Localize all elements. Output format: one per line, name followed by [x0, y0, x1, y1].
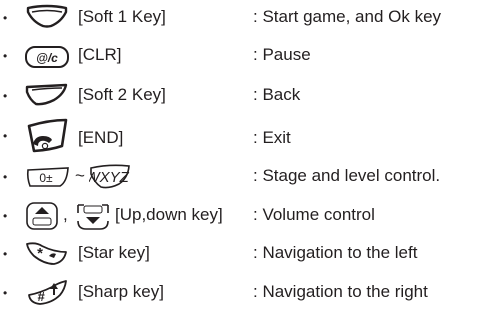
list-item: • , [Up,down key] : Volume control: [0, 199, 487, 233]
bullet: •: [3, 11, 8, 25]
star-key-icon: *: [24, 238, 70, 268]
row-description: : Navigation to the left: [253, 243, 418, 262]
bullet: •: [3, 247, 8, 261]
bullet: •: [3, 129, 8, 143]
key-functions-list: • [Soft 1 Key] : Start game, and Ok key …: [0, 0, 487, 316]
down-key-icon: [76, 201, 110, 231]
row-label: [END]: [78, 128, 124, 147]
number-key-9-digit: 9WXYZ: [89, 169, 130, 186]
row-description: : Back: [253, 85, 301, 104]
bullet: •: [3, 209, 8, 223]
clr-key-glyph: @/c: [36, 51, 58, 65]
list-item: • * [Star key] : Navigation to the left: [0, 237, 487, 271]
soft-2-key-icon: [24, 80, 70, 110]
row-description: : Volume control: [253, 205, 375, 224]
star-key-glyph: *: [37, 245, 43, 262]
range-separator: ~: [75, 166, 85, 185]
number-key-0-glyph: 0±: [39, 171, 53, 185]
row-label: [Star key]: [78, 243, 150, 262]
sharp-key-icon: #: [24, 277, 70, 307]
row-description: : Start game, and Ok key: [253, 7, 442, 26]
row-label: [Sharp key]: [78, 282, 164, 301]
row-description: : Pause: [253, 45, 311, 64]
list-item: • # [Sharp key] : Navigation to the righ…: [0, 276, 487, 310]
soft-1-key-icon: [24, 2, 70, 32]
bullet: •: [3, 49, 8, 63]
up-key-icon: [25, 201, 59, 231]
bullet: •: [3, 89, 8, 103]
row-label: [CLR]: [78, 45, 122, 64]
sharp-key-glyph: #: [37, 289, 45, 304]
row-description: : Navigation to the right: [253, 282, 428, 301]
key-separator: ,: [63, 205, 68, 224]
list-item: • 0± ~ 9WXYZ : Stage and level control.: [0, 160, 487, 194]
row-label: [Up,down key]: [115, 205, 223, 224]
clr-key-icon: @/c: [24, 45, 70, 69]
number-key-0-icon: 0±: [24, 164, 70, 190]
bullet: •: [3, 286, 8, 300]
number-key-9-icon: 9WXYZ: [89, 162, 131, 190]
list-item: • [Soft 1 Key] : Start game, and Ok key: [0, 1, 487, 35]
bullet: •: [3, 170, 8, 184]
row-description: : Stage and level control.: [253, 166, 441, 185]
row-description: : Exit: [253, 128, 291, 147]
row-label: [Soft 2 Key]: [78, 85, 166, 104]
list-item: • [Soft 2 Key] : Back: [0, 79, 487, 113]
list-item: • [END] : Exit: [0, 118, 487, 157]
row-label: [Soft 1 Key]: [78, 7, 166, 26]
end-key-icon: [24, 118, 70, 154]
list-item: • @/c [CLR] : Pause: [0, 39, 487, 73]
